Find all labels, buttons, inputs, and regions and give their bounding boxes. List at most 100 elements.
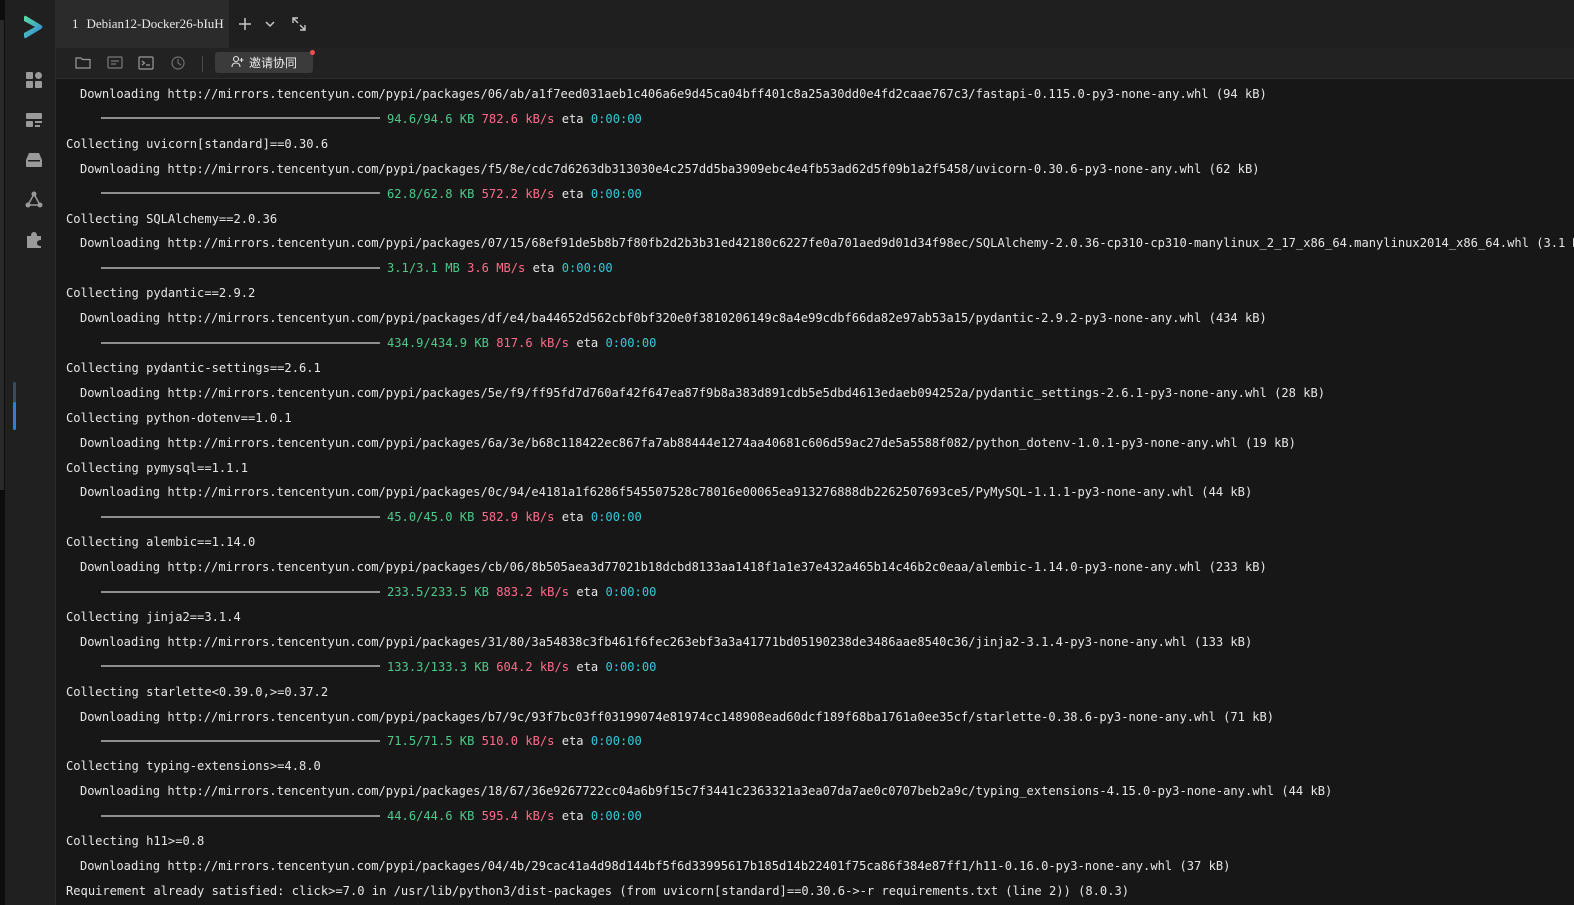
eta-value: 0:00:00 (590, 510, 642, 525)
collecting-line: Collecting jinja2==3.1.4 (66, 609, 241, 624)
progress-speed: 3.6 MB/s (467, 261, 526, 276)
progress-bar (101, 266, 380, 269)
terminal-icon[interactable] (137, 54, 155, 72)
eta-label: eta (576, 585, 599, 599)
eta-value: 0:00:00 (605, 585, 657, 599)
sftp-icon[interactable] (106, 54, 124, 72)
eta-label: eta (561, 510, 584, 525)
progress-line: 434.9/434.9 KB 817.6 kB/s eta 0:00:00 (101, 333, 656, 353)
progress-speed: 782.6 kB/s (481, 111, 555, 126)
tab-title: Debian12-Docker26-bIuH (86, 16, 224, 31)
app-logo-icon[interactable] (23, 14, 45, 40)
download-line: Downloading http://mirrors.tencentyun.co… (80, 161, 1260, 176)
invite-collaborate-button[interactable]: 邀请协同 (215, 50, 315, 73)
dashboard-icon[interactable] (24, 70, 44, 90)
window-edge-bar (0, 20, 4, 490)
tab-bar: 1 Debian12-Docker26-bIuH (56, 0, 1574, 48)
download-line: Downloading http://mirrors.tencentyun.co… (80, 634, 1253, 649)
progress-bar (101, 515, 380, 518)
eta-value: 0:00:00 (605, 659, 657, 674)
collecting-line: Requirement already satisfied: click>=7.… (66, 883, 1130, 898)
collecting-line: Collecting pydantic-settings==2.6.1 (66, 360, 321, 375)
sidebar-scroll-indicator[interactable] (13, 382, 16, 430)
progress-speed: 883.2 kB/s (496, 585, 570, 599)
collecting-line: Collecting typing-extensions>=4.8.0 (66, 759, 321, 774)
progress-speed: 817.6 kB/s (496, 336, 570, 350)
download-line: Downloading http://mirrors.tencentyun.co… (80, 709, 1275, 724)
progress-line: 71.5/71.5 KB 510.0 kB/s eta 0:00:00 (101, 731, 642, 751)
chevron-down-icon[interactable] (260, 14, 280, 34)
progress-size: 62.8/62.8 KB (387, 186, 475, 201)
collecting-line: Collecting h11>=0.8 (66, 834, 205, 848)
toolbar-divider (202, 56, 203, 72)
eta-label: eta (561, 111, 584, 126)
collecting-line: Collecting pymysql==1.1.1 (66, 460, 249, 475)
left-sidebar (5, 0, 56, 905)
progress-bar (101, 341, 380, 344)
eta-value: 0:00:00 (590, 111, 642, 126)
eta-value: 0:00:00 (561, 261, 613, 276)
collecting-line: Collecting SQLAlchemy==2.0.36 (66, 211, 278, 226)
progress-line: 3.1/3.1 MB 3.6 MB/s eta 0:00:00 (101, 258, 613, 278)
progress-speed: 510.0 kB/s (481, 734, 555, 749)
plus-icon[interactable] (235, 14, 255, 34)
progress-speed: 582.9 kB/s (481, 510, 555, 525)
eta-label: eta (561, 186, 584, 201)
storage-icon[interactable] (24, 150, 44, 170)
progress-line: 45.0/45.0 KB 582.9 kB/s eta 0:00:00 (101, 507, 642, 527)
eta-value: 0:00:00 (605, 336, 657, 350)
eta-value: 0:00:00 (590, 734, 642, 749)
progress-bar (101, 117, 380, 120)
collecting-line: Collecting pydantic==2.9.2 (66, 286, 256, 301)
progress-speed: 572.2 kB/s (481, 186, 555, 201)
progress-bar (101, 192, 380, 195)
progress-line: 133.3/133.3 KB 604.2 kB/s eta 0:00:00 (101, 657, 656, 677)
progress-line: 62.8/62.8 KB 572.2 kB/s eta 0:00:00 (101, 184, 642, 204)
download-line: Downloading http://mirrors.tencentyun.co… (80, 485, 1253, 500)
progress-bar (101, 590, 380, 593)
progress-speed: 595.4 kB/s (481, 809, 555, 824)
progress-bar (101, 665, 380, 668)
tab-session[interactable]: 1 Debian12-Docker26-bIuH (56, 0, 229, 48)
progress-line: 44.6/44.6 KB 595.4 kB/s eta 0:00:00 (101, 806, 642, 826)
eta-label: eta (561, 809, 584, 824)
download-line: Downloading http://mirrors.tencentyun.co… (80, 87, 1267, 101)
eta-value: 0:00:00 (590, 186, 642, 201)
download-line: Downloading http://mirrors.tencentyun.co… (80, 784, 1333, 799)
terminal-output[interactable]: Downloading http://mirrors.tencentyun.co… (56, 79, 1574, 905)
eta-label: eta (532, 261, 555, 276)
invite-label: 邀请协同 (248, 56, 297, 70)
download-line: Downloading http://mirrors.tencentyun.co… (80, 858, 1231, 873)
progress-size: 3.1/3.1 MB (387, 261, 460, 276)
collecting-line: Collecting python-dotenv==1.0.1 (66, 410, 292, 425)
eta-label: eta (561, 734, 584, 749)
download-line: Downloading http://mirrors.tencentyun.co… (80, 560, 1267, 575)
download-line: Downloading http://mirrors.tencentyun.co… (80, 311, 1267, 326)
progress-size: 233.5/233.5 KB (387, 585, 489, 599)
plugin-icon[interactable] (24, 230, 44, 250)
download-line: Downloading http://mirrors.tencentyun.co… (80, 236, 1574, 251)
download-line: Downloading http://mirrors.tencentyun.co… (80, 435, 1296, 450)
download-line: Downloading http://mirrors.tencentyun.co… (80, 385, 1326, 400)
eta-value: 0:00:00 (590, 809, 642, 824)
progress-speed: 604.2 kB/s (496, 659, 570, 674)
progress-size: 71.5/71.5 KB (387, 734, 475, 749)
progress-size: 133.3/133.3 KB (387, 659, 489, 674)
progress-bar (101, 814, 380, 817)
notification-dot (310, 50, 315, 55)
eta-label: eta (576, 659, 599, 674)
layout-icon[interactable] (24, 110, 44, 130)
folder-icon[interactable] (74, 54, 92, 72)
collecting-line: Collecting starlette<0.39.0,>=0.37.2 (66, 684, 329, 699)
network-icon[interactable] (24, 190, 44, 210)
collecting-line: Collecting uvicorn[standard]==0.30.6 (66, 136, 329, 151)
collecting-line: Collecting alembic==1.14.0 (66, 535, 256, 550)
eta-label: eta (576, 336, 599, 350)
progress-size: 434.9/434.9 KB (387, 336, 489, 350)
progress-line: 94.6/94.6 KB 782.6 kB/s eta 0:00:00 (101, 109, 642, 129)
progress-bar (101, 739, 380, 742)
progress-size: 44.6/44.6 KB (387, 809, 475, 824)
progress-size: 94.6/94.6 KB (387, 111, 475, 126)
expand-icon[interactable] (289, 14, 309, 34)
history-icon[interactable] (169, 54, 187, 72)
